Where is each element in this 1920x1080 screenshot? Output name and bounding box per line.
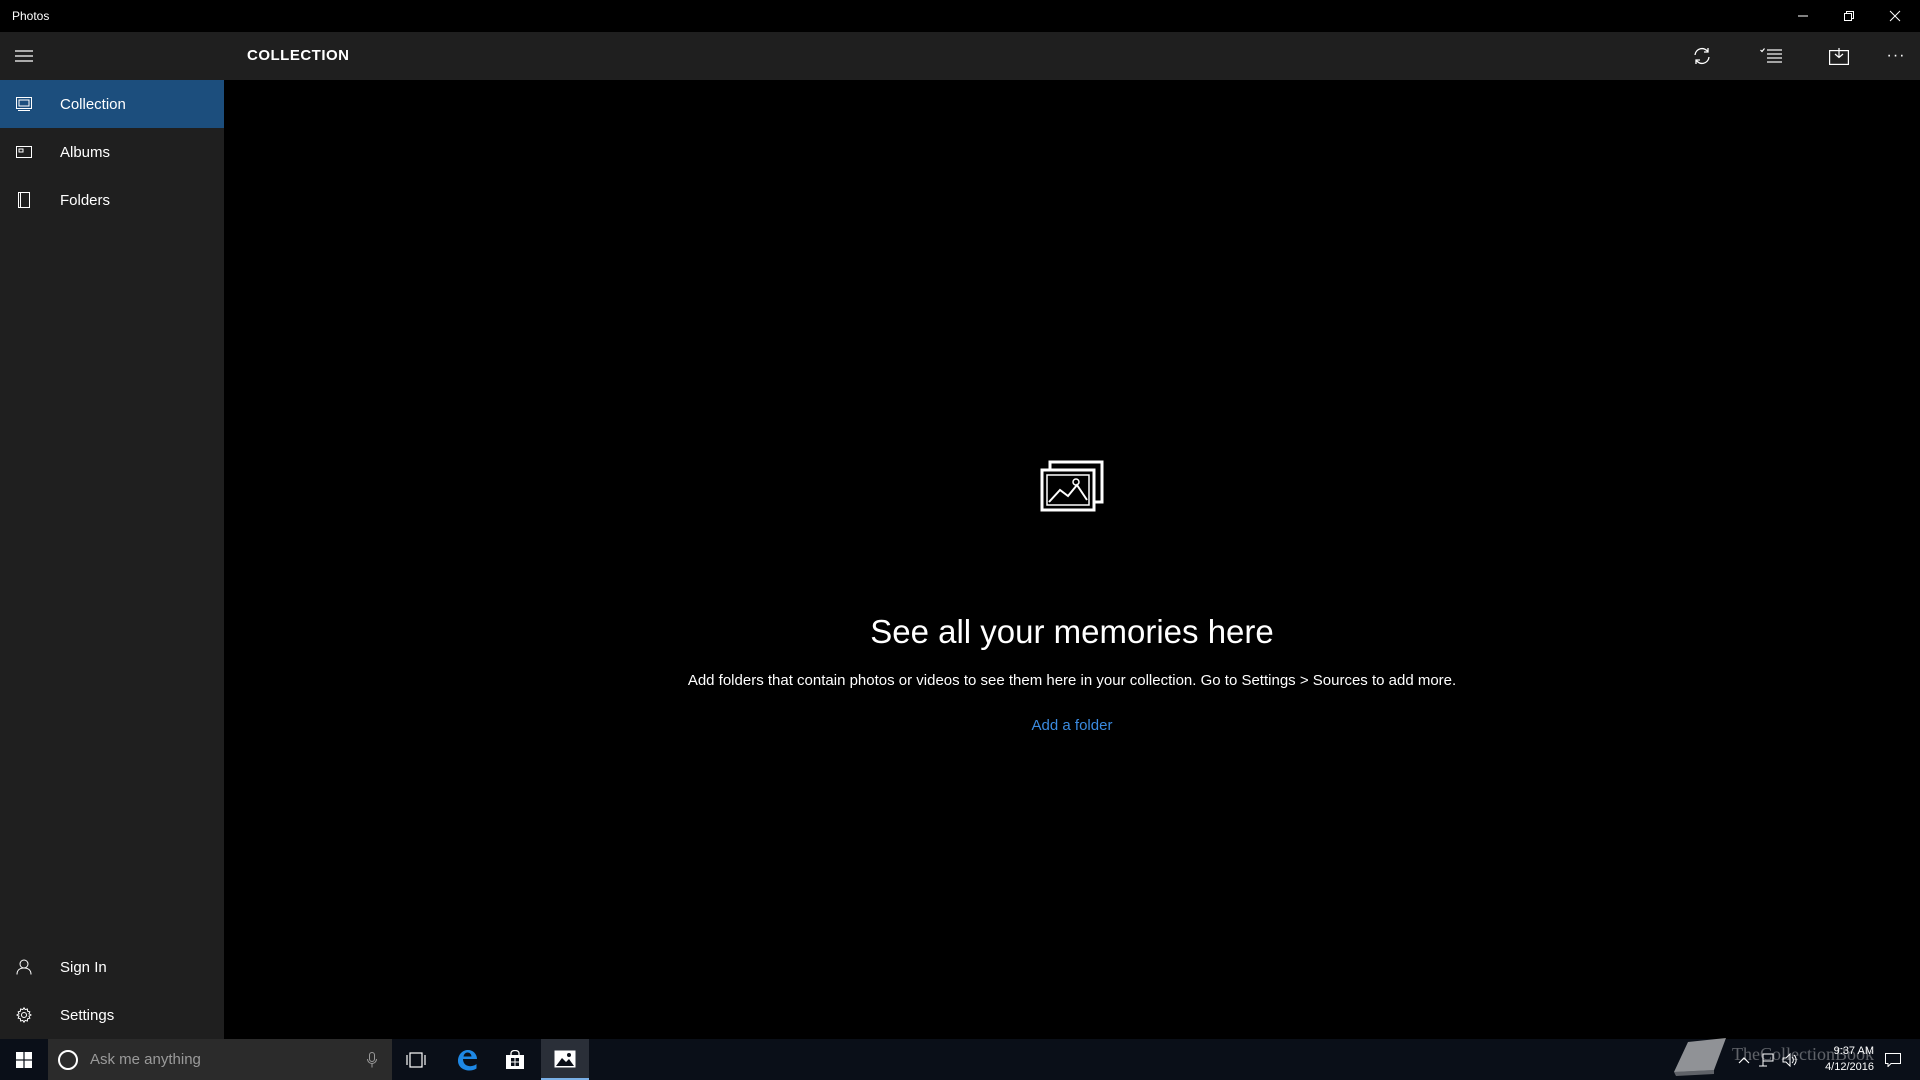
task-view-icon — [406, 1051, 426, 1068]
microphone-icon — [367, 1051, 377, 1067]
select-button[interactable] — [1747, 32, 1795, 80]
import-button[interactable] — [1815, 32, 1863, 80]
app-title: Photos — [12, 9, 50, 23]
edge-app-button[interactable] — [443, 1039, 491, 1080]
photos-icon — [554, 1050, 576, 1067]
albums-icon — [16, 146, 32, 158]
page-title: COLLECTION — [247, 47, 350, 64]
hamburger-button[interactable] — [0, 32, 48, 80]
more-icon: ··· — [1886, 47, 1906, 64]
close-button[interactable] — [1872, 0, 1918, 32]
photos-stack-icon — [1040, 460, 1104, 512]
sidebar-item-label: Folders — [60, 191, 111, 209]
minimize-icon — [1798, 15, 1808, 17]
sidebar-item-collection[interactable]: Collection — [0, 80, 224, 128]
photos-app-button[interactable] — [541, 1039, 589, 1080]
sidebar-item-label: Albums — [60, 143, 111, 161]
notification-icon — [1885, 1052, 1901, 1067]
sidebar-item-label: Settings — [60, 1006, 115, 1024]
sidebar-item-sign-in[interactable]: Sign In — [0, 943, 224, 991]
more-button[interactable]: ··· — [1872, 32, 1920, 80]
search-input[interactable]: Ask me anything — [90, 1051, 352, 1068]
action-center-button[interactable] — [1878, 1039, 1908, 1080]
store-icon — [506, 1049, 524, 1069]
sidebar: Collection Albums Folders Sign In Settin… — [0, 32, 224, 1039]
sidebar-item-folders[interactable]: Folders — [0, 176, 224, 224]
add-folder-link[interactable]: Add a folder — [224, 717, 1920, 734]
title-bar: Photos — [0, 0, 1920, 32]
hamburger-icon — [15, 50, 33, 62]
folders-icon — [18, 192, 30, 208]
edge-icon — [458, 1049, 477, 1070]
restore-button[interactable] — [1826, 0, 1872, 32]
refresh-icon — [1694, 47, 1710, 65]
sidebar-item-label: Sign In — [60, 958, 107, 976]
select-icon — [1760, 48, 1782, 63]
taskbar: Ask me anything 9:37 AM 4/12/2016 — [0, 1039, 1920, 1080]
empty-state-title: See all your memories here — [870, 613, 1274, 650]
person-icon — [16, 959, 32, 975]
empty-state-subtitle: Add folders that contain photos or video… — [687, 672, 1457, 689]
task-view-button[interactable] — [392, 1039, 440, 1080]
import-icon — [1829, 48, 1849, 65]
sidebar-item-albums[interactable]: Albums — [0, 128, 224, 176]
gear-icon — [16, 1007, 32, 1023]
microphone-button[interactable] — [352, 1051, 392, 1068]
restore-icon — [1844, 11, 1854, 21]
cortana-icon — [58, 1049, 78, 1070]
sidebar-item-label: Collection — [60, 95, 126, 113]
close-icon — [1889, 10, 1901, 22]
sidebar-item-settings[interactable]: Settings — [0, 991, 224, 1039]
windows-logo-icon — [16, 1051, 32, 1068]
page-header: COLLECTION ··· — [224, 32, 1920, 80]
minimize-button[interactable] — [1780, 0, 1826, 32]
search-box[interactable]: Ask me anything — [48, 1039, 392, 1080]
refresh-button[interactable] — [1678, 32, 1726, 80]
start-button[interactable] — [0, 1039, 48, 1080]
store-app-button[interactable] — [491, 1039, 539, 1080]
main-content: See all your memories here Add folders t… — [224, 80, 1920, 1039]
collection-icon — [16, 97, 32, 111]
watermark-text: TheCollectionBook — [1732, 1044, 1874, 1064]
